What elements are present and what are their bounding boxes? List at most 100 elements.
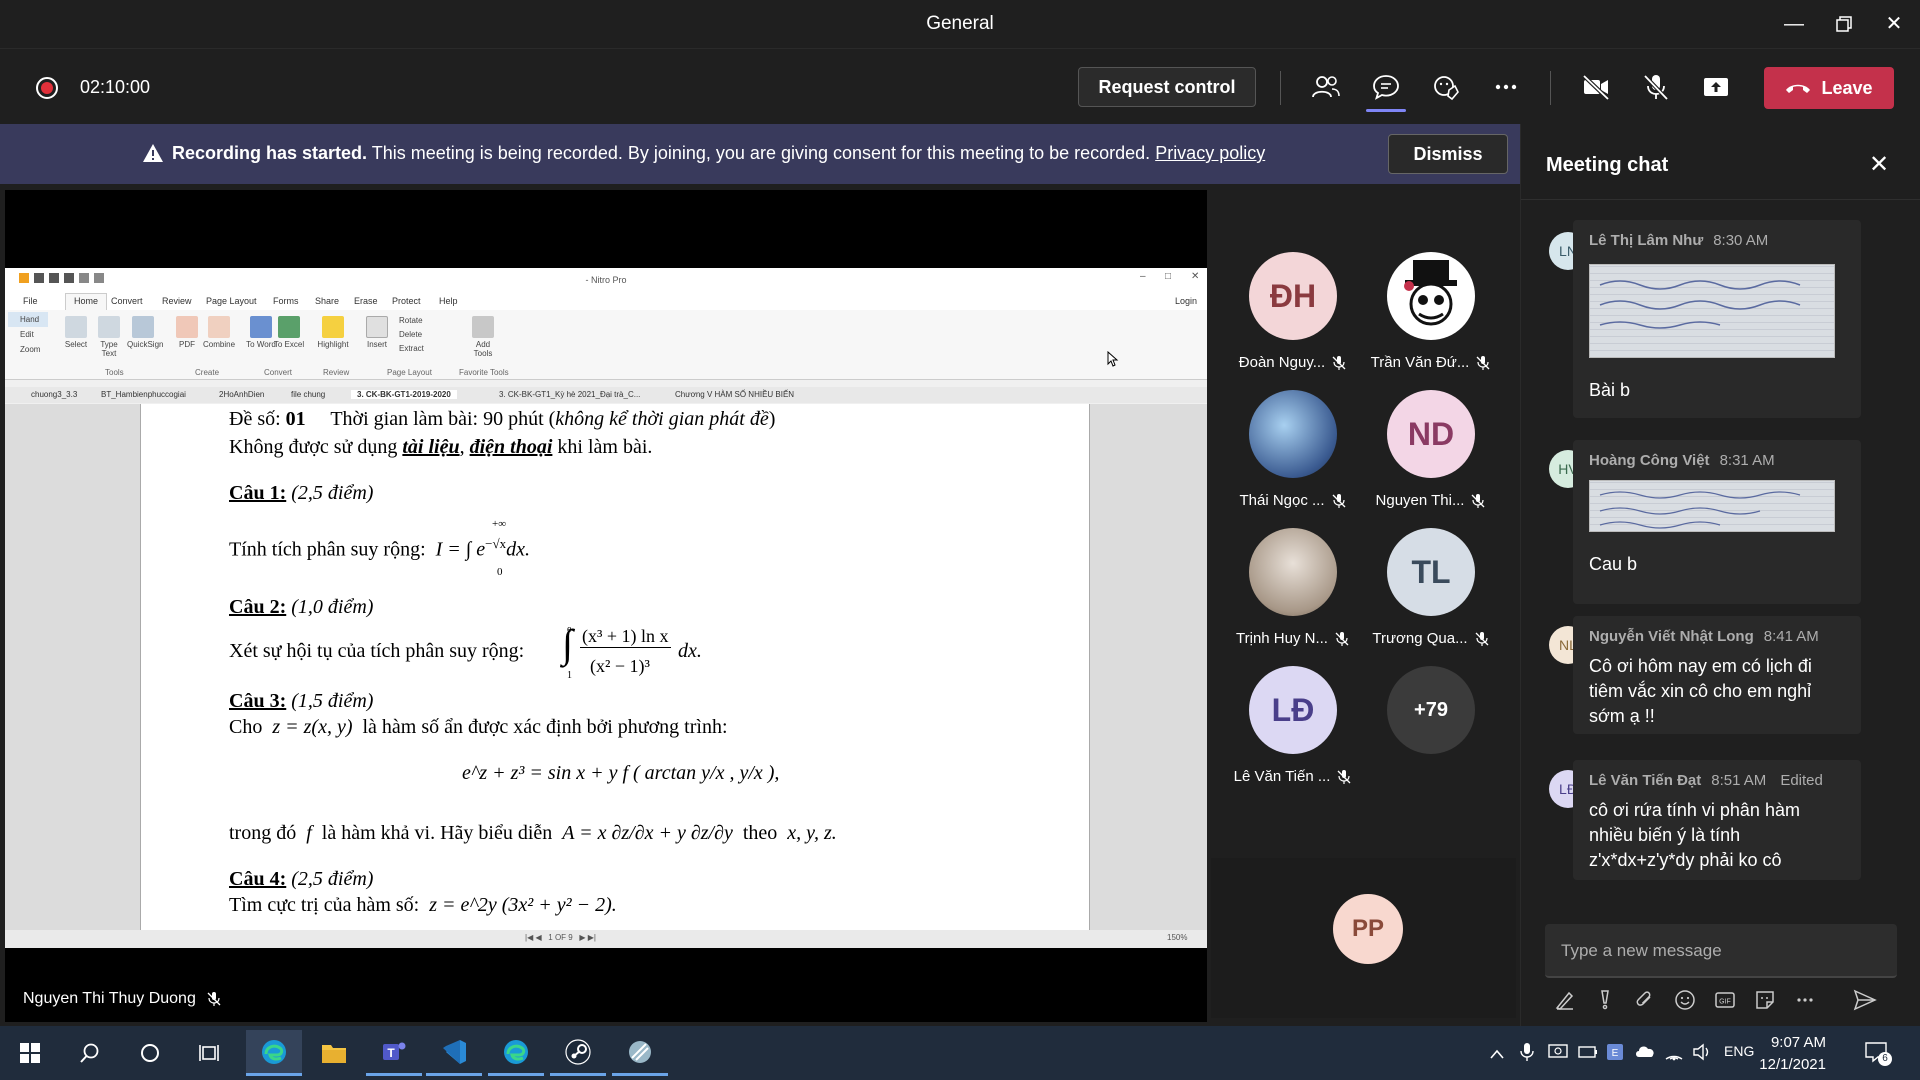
tray-volume[interactable] xyxy=(1692,1043,1712,1066)
menu-erase[interactable]: Erase xyxy=(354,296,378,306)
nitro-close-button[interactable]: ✕ xyxy=(1191,271,1199,282)
menu-review[interactable]: Review xyxy=(162,296,192,306)
doc-tab[interactable]: BT_Hambienphuccogiai xyxy=(101,390,186,399)
zoom-tool[interactable]: Zoom xyxy=(8,342,48,357)
highlight-tool[interactable]: Highlight xyxy=(317,316,349,349)
attach-button[interactable] xyxy=(1631,986,1659,1014)
doc-tab[interactable]: Chương V HÀM SỐ NHIỀU BIẾN xyxy=(675,390,794,399)
close-window-button[interactable]: ✕ xyxy=(1874,8,1914,40)
menu-page-layout[interactable]: Page Layout xyxy=(206,296,257,306)
action-center-button[interactable]: 6 xyxy=(1864,1040,1892,1069)
emoji-button[interactable] xyxy=(1671,986,1699,1014)
search-button[interactable] xyxy=(62,1030,118,1076)
tray-app-1[interactable] xyxy=(1548,1043,1568,1066)
important-button[interactable] xyxy=(1591,986,1619,1014)
participant-tile[interactable]: Thái Ngọc ... xyxy=(1223,390,1363,509)
taskbar-teams[interactable]: T xyxy=(366,1030,422,1076)
gif-button[interactable]: GIF xyxy=(1711,986,1739,1014)
menu-forms[interactable]: Forms xyxy=(273,296,299,306)
more-compose-options-button[interactable] xyxy=(1791,986,1819,1014)
doc-tab-active[interactable]: 3. CK-BK-GT1-2019-2020 xyxy=(351,390,457,399)
menu-file[interactable]: File xyxy=(23,296,38,306)
delete-button[interactable]: Delete xyxy=(399,328,424,342)
tray-battery[interactable] xyxy=(1578,1045,1598,1064)
tray-wifi[interactable] xyxy=(1664,1043,1684,1066)
taskbar-edge-app[interactable] xyxy=(246,1030,302,1076)
system-clock[interactable]: 9:07 AM 12/1/2021 xyxy=(1746,1032,1826,1076)
page-navigator[interactable]: |◀ ◀ 1 OF 9 ▶ ▶| xyxy=(525,933,596,942)
participant-tile[interactable]: LĐ Lê Văn Tiến ... xyxy=(1223,666,1363,785)
taskbar-vscode[interactable] xyxy=(426,1030,482,1076)
more-actions-button[interactable] xyxy=(1486,67,1526,107)
tray-mic[interactable] xyxy=(1520,1042,1534,1067)
start-button[interactable] xyxy=(2,1030,58,1076)
taskbar-file-explorer[interactable] xyxy=(306,1030,362,1076)
dismiss-button[interactable]: Dismiss xyxy=(1388,134,1508,174)
nitro-maximize-button[interactable]: □ xyxy=(1165,271,1171,282)
doc-tab[interactable]: chuong3_3.3 xyxy=(31,390,77,399)
type-text-tool[interactable]: Type Text xyxy=(93,316,125,358)
handwritten-image[interactable] xyxy=(1589,480,1835,532)
nitro-pro-window: - Nitro Pro – □ ✕ File Home Convert Revi… xyxy=(5,268,1207,948)
question-1-text: Tính tích phân suy rộng: I = ∫ e−√xdx. xyxy=(229,536,531,561)
rotate-button[interactable]: Rotate xyxy=(399,314,424,328)
to-excel-tool[interactable]: To Excel xyxy=(273,316,305,349)
chat-button[interactable] xyxy=(1366,67,1406,107)
restore-button[interactable] xyxy=(1824,8,1864,40)
menu-home[interactable]: Home xyxy=(65,293,108,310)
task-view-button[interactable] xyxy=(182,1030,238,1076)
message-input[interactable] xyxy=(1561,938,1881,964)
close-chat-button[interactable]: ✕ xyxy=(1869,150,1889,179)
cortana-button[interactable] xyxy=(122,1030,178,1076)
participant-tile[interactable]: Trần Văn Đứ... xyxy=(1361,252,1501,371)
taskbar-edge-2[interactable] xyxy=(488,1030,544,1076)
privacy-policy-link[interactable]: Privacy policy xyxy=(1155,143,1265,163)
participant-tile[interactable]: TL Trương Qua... xyxy=(1361,528,1501,647)
menu-protect[interactable]: Protect xyxy=(392,296,421,306)
select-tool[interactable]: Select xyxy=(60,316,92,349)
participants-button[interactable] xyxy=(1306,67,1346,107)
show-hidden-icons-button[interactable] xyxy=(1490,1046,1504,1064)
combine-tool[interactable]: Combine xyxy=(203,316,235,349)
format-button[interactable] xyxy=(1551,986,1579,1014)
chat-message[interactable]: Nguyễn Viết Nhật Long 8:41 AM Cô ơi hôm n… xyxy=(1573,616,1861,734)
tray-app-2[interactable]: E xyxy=(1606,1043,1624,1066)
taskbar-steam[interactable] xyxy=(550,1030,606,1076)
menu-convert[interactable]: Convert xyxy=(111,296,143,306)
more-participants-tile[interactable]: +79 xyxy=(1361,666,1501,754)
tray-onedrive[interactable] xyxy=(1634,1044,1656,1063)
menu-share[interactable]: Share xyxy=(315,296,339,306)
edit-tool[interactable]: Edit xyxy=(8,327,48,342)
send-button[interactable] xyxy=(1851,986,1879,1014)
camera-toggle-button[interactable] xyxy=(1576,67,1616,107)
chat-message[interactable]: Lê Thị Lâm Như 8:30 AM Bài b xyxy=(1573,220,1861,418)
sticker-button[interactable] xyxy=(1751,986,1779,1014)
reactions-button[interactable] xyxy=(1426,67,1466,107)
quicksign-tool[interactable]: QuickSign xyxy=(127,316,163,349)
login-link[interactable]: Login xyxy=(1175,296,1197,306)
leave-button[interactable]: Leave xyxy=(1764,67,1894,109)
participant-tile[interactable]: ND Nguyen Thi... xyxy=(1361,390,1501,509)
taskbar-app[interactable] xyxy=(612,1030,668,1076)
add-tools-button[interactable]: Add Tools xyxy=(467,316,499,358)
share-screen-button[interactable] xyxy=(1696,67,1736,107)
mic-toggle-button[interactable] xyxy=(1636,67,1676,107)
chat-message[interactable]: Lê Văn Tiến Đạt 8:51 AM Edited cô ơi rứa t… xyxy=(1573,760,1861,880)
menu-help[interactable]: Help xyxy=(439,296,458,306)
insert-tool[interactable]: Insert xyxy=(361,316,393,349)
handwritten-image[interactable] xyxy=(1589,264,1835,358)
minimize-button[interactable]: — xyxy=(1774,8,1814,40)
doc-tab[interactable]: 3. CK-BK-GT1_Kỳ hè 2021_Đại trà_C... xyxy=(499,390,640,399)
chat-message[interactable]: Hoàng Công Việt 8:31 AM Cau b xyxy=(1573,440,1861,604)
extract-button[interactable]: Extract xyxy=(399,342,424,356)
participant-tile[interactable]: Trịnh Huy N... xyxy=(1223,528,1363,647)
zoom-level[interactable]: 150% xyxy=(1167,933,1187,942)
nitro-minimize-button[interactable]: – xyxy=(1140,271,1146,282)
hand-tool[interactable]: Hand xyxy=(8,312,48,327)
participant-tile[interactable]: ĐH Đoàn Nguy... xyxy=(1223,252,1363,371)
doc-tab[interactable]: 2HoAnhDien xyxy=(219,390,264,399)
pdf-tool[interactable]: PDF xyxy=(171,316,203,349)
cartoon-avatar-icon xyxy=(1404,260,1457,326)
doc-tab[interactable]: file chung xyxy=(291,390,325,399)
request-control-button[interactable]: Request control xyxy=(1078,67,1256,107)
